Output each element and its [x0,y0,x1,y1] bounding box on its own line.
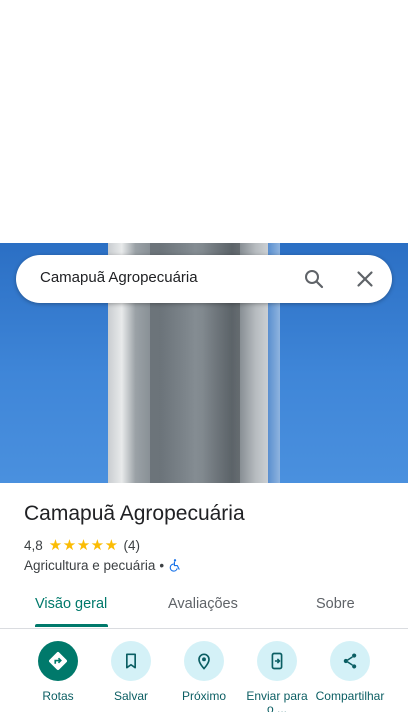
category-row: Agricultura e pecuária • [24,556,182,574]
nearby-button[interactable]: Próximo [164,641,244,703]
share-label: Compartilhar [315,690,385,703]
directions-button[interactable]: Rotas [18,641,98,703]
category-label: Agricultura e pecuária [24,557,156,573]
search-bar[interactable]: Camapuã Agropecuária [16,255,392,303]
review-count[interactable]: (4) [124,538,141,553]
tab-overview[interactable]: Visão geral [35,596,107,612]
search-icon[interactable] [302,267,326,291]
directions-icon [49,652,67,670]
bookmark-icon [126,653,136,669]
directions-label: Rotas [42,689,74,703]
nearby-icon [198,653,210,670]
share-icon [343,653,357,669]
separator: • [159,557,165,573]
star-icon: ★ [48,536,63,554]
tab-bar: Visão geral Avaliações Sobre [0,588,408,629]
star-icon: ★ [90,536,105,554]
tab-about[interactable]: Sobre [316,596,355,612]
active-tab-indicator [35,624,108,627]
rating-row[interactable]: 4,8 ★ ★ ★ ★ ★ (4) [24,536,140,554]
close-icon[interactable] [353,267,377,291]
share-button[interactable]: Compartilhar [310,641,390,712]
nearby-label: Próximo [181,689,226,703]
save-label: Salvar [113,689,148,703]
send-to-phone-button[interactable]: Enviar para o ... [237,641,317,712]
wheelchair-accessible-icon [169,559,180,572]
star-icon: ★ [62,536,77,554]
send-to-phone-label: Enviar para o ... [246,690,308,712]
place-title: Camapuã Agropecuária [24,502,245,525]
rating-stars: ★ ★ ★ ★ ★ [49,538,119,553]
action-bar: Rotas Salvar Próximo Enviar para o ... C… [0,641,408,726]
star-icon: ★ [104,536,119,554]
rating-value: 4,8 [24,537,43,553]
save-button[interactable]: Salvar [91,641,171,703]
search-input[interactable]: Camapuã Agropecuária [40,269,198,286]
star-icon: ★ [76,536,91,554]
send-to-phone-icon [271,652,283,670]
tab-reviews[interactable]: Avaliações [168,596,238,612]
